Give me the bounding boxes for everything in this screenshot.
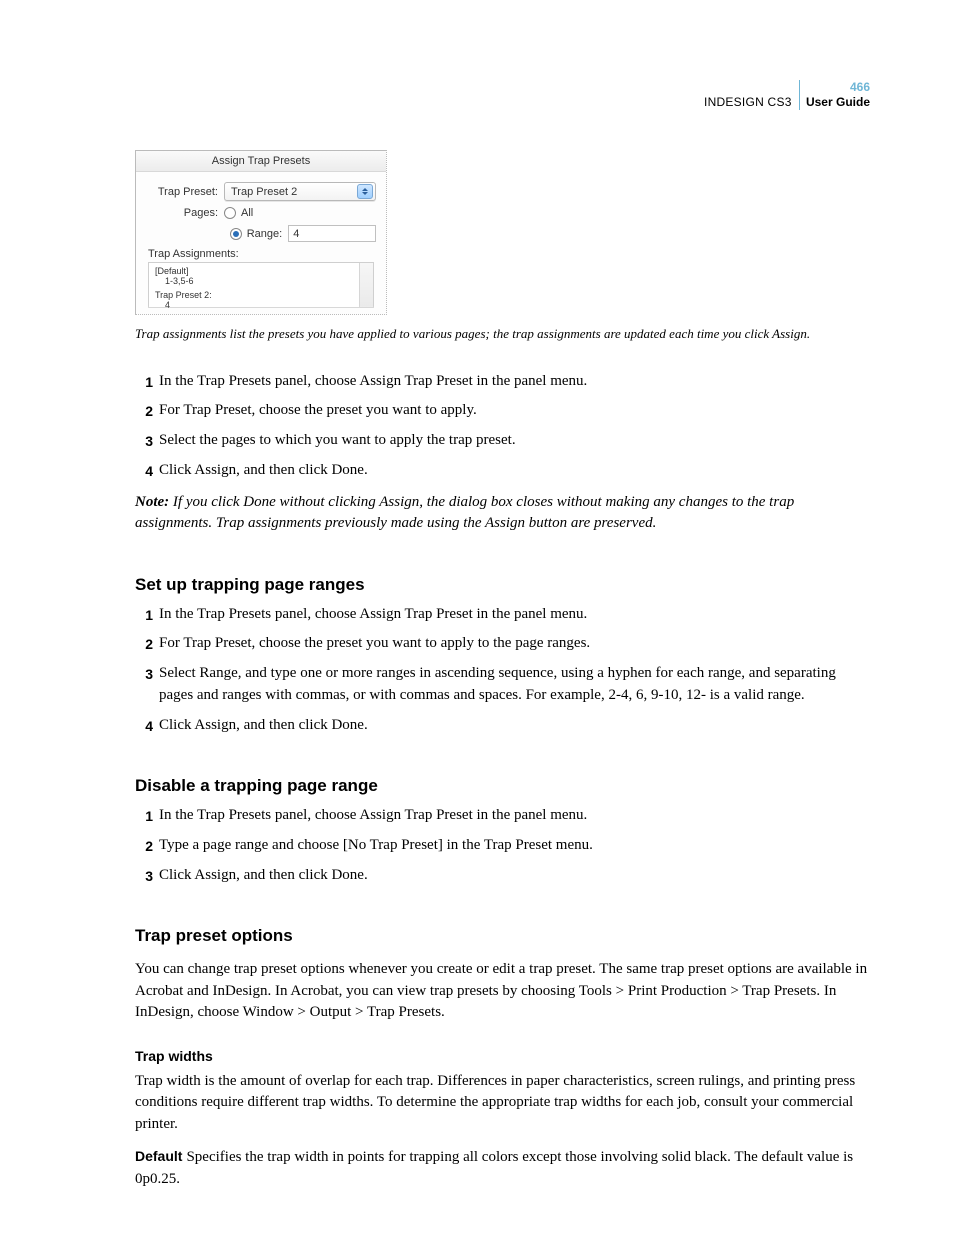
trap-preset-label: Trap Preset: xyxy=(146,186,224,198)
trap-assignments-label: Trap Assignments: xyxy=(148,248,376,260)
step-text: In the Trap Presets panel, choose Assign… xyxy=(159,604,870,626)
scrollbar[interactable] xyxy=(359,263,373,307)
list-item: Trap Preset 2: xyxy=(155,290,367,300)
figure-assign-trap-presets: Assign Trap Presets Trap Preset: Trap Pr… xyxy=(135,150,870,343)
list-item: 4 xyxy=(155,300,367,310)
trap-widths-paragraph: Trap width is the amount of overlap for … xyxy=(135,1071,870,1136)
options-intro-paragraph: You can change trap preset options whene… xyxy=(135,959,870,1024)
default-paragraph: DefaultSpecifies the trap width in point… xyxy=(135,1146,870,1191)
trap-preset-value: Trap Preset 2 xyxy=(231,186,297,198)
header-page-number: 466 xyxy=(850,80,870,94)
dialog-title: Assign Trap Presets xyxy=(136,151,386,172)
step-text: In the Trap Presets panel, choose Assign… xyxy=(159,805,870,827)
trap-preset-dropdown[interactable]: Trap Preset 2 xyxy=(224,182,376,201)
list-item: 1-3,5-6 xyxy=(155,276,367,286)
heading-disable-page-range: Disable a trapping page range xyxy=(135,774,870,799)
default-body: Specifies the trap width in points for t… xyxy=(135,1149,853,1187)
note-label: Note: xyxy=(135,494,169,510)
pages-all-label: All xyxy=(241,207,253,219)
page-header: INDESIGN CS3 466 User Guide xyxy=(704,80,870,110)
step-text: Type a page range and choose [No Trap Pr… xyxy=(159,835,870,857)
heading-trap-preset-options: Trap preset options xyxy=(135,924,870,949)
pages-range-input[interactable]: 4 xyxy=(288,225,376,242)
step-text: In the Trap Presets panel, choose Assign… xyxy=(159,371,870,393)
pages-label: Pages: xyxy=(146,207,224,219)
note-body: If you click Done without clicking Assig… xyxy=(135,494,794,532)
heading-setup-page-ranges: Set up trapping page ranges xyxy=(135,573,870,598)
step-text: Click Assign, and then click Done. xyxy=(159,460,870,482)
subheading-trap-widths: Trap widths xyxy=(135,1046,870,1066)
steps-assign-trap-preset: 1In the Trap Presets panel, choose Assig… xyxy=(135,371,870,482)
runin-default-label: Default xyxy=(135,1148,182,1164)
step-text: For Trap Preset, choose the preset you w… xyxy=(159,400,870,422)
header-subtitle: User Guide xyxy=(806,95,870,110)
step-text: For Trap Preset, choose the preset you w… xyxy=(159,633,870,655)
step-text: Select Range, and type one or more range… xyxy=(159,663,870,707)
step-text: Select the pages to which you want to ap… xyxy=(159,430,870,452)
trap-assignments-list[interactable]: [Default] 1-3,5-6 Trap Preset 2: 4 xyxy=(148,262,374,308)
pages-range-label: Range: xyxy=(247,228,282,240)
pages-range-radio[interactable] xyxy=(230,228,242,240)
header-product: INDESIGN CS3 xyxy=(704,95,792,109)
step-text: Click Assign, and then click Done. xyxy=(159,715,870,737)
dialog-assign-trap-presets: Assign Trap Presets Trap Preset: Trap Pr… xyxy=(135,150,387,315)
pages-all-radio[interactable] xyxy=(224,207,236,219)
dropdown-arrows-icon xyxy=(357,184,373,199)
list-item: [Default] xyxy=(155,266,367,276)
steps-setup-page-ranges: 1In the Trap Presets panel, choose Assig… xyxy=(135,604,870,737)
note-paragraph: Note: If you click Done without clicking… xyxy=(135,492,870,536)
figure-caption: Trap assignments list the presets you ha… xyxy=(135,325,870,343)
steps-disable-page-range: 1In the Trap Presets panel, choose Assig… xyxy=(135,805,870,886)
step-text: Click Assign, and then click Done. xyxy=(159,865,870,887)
